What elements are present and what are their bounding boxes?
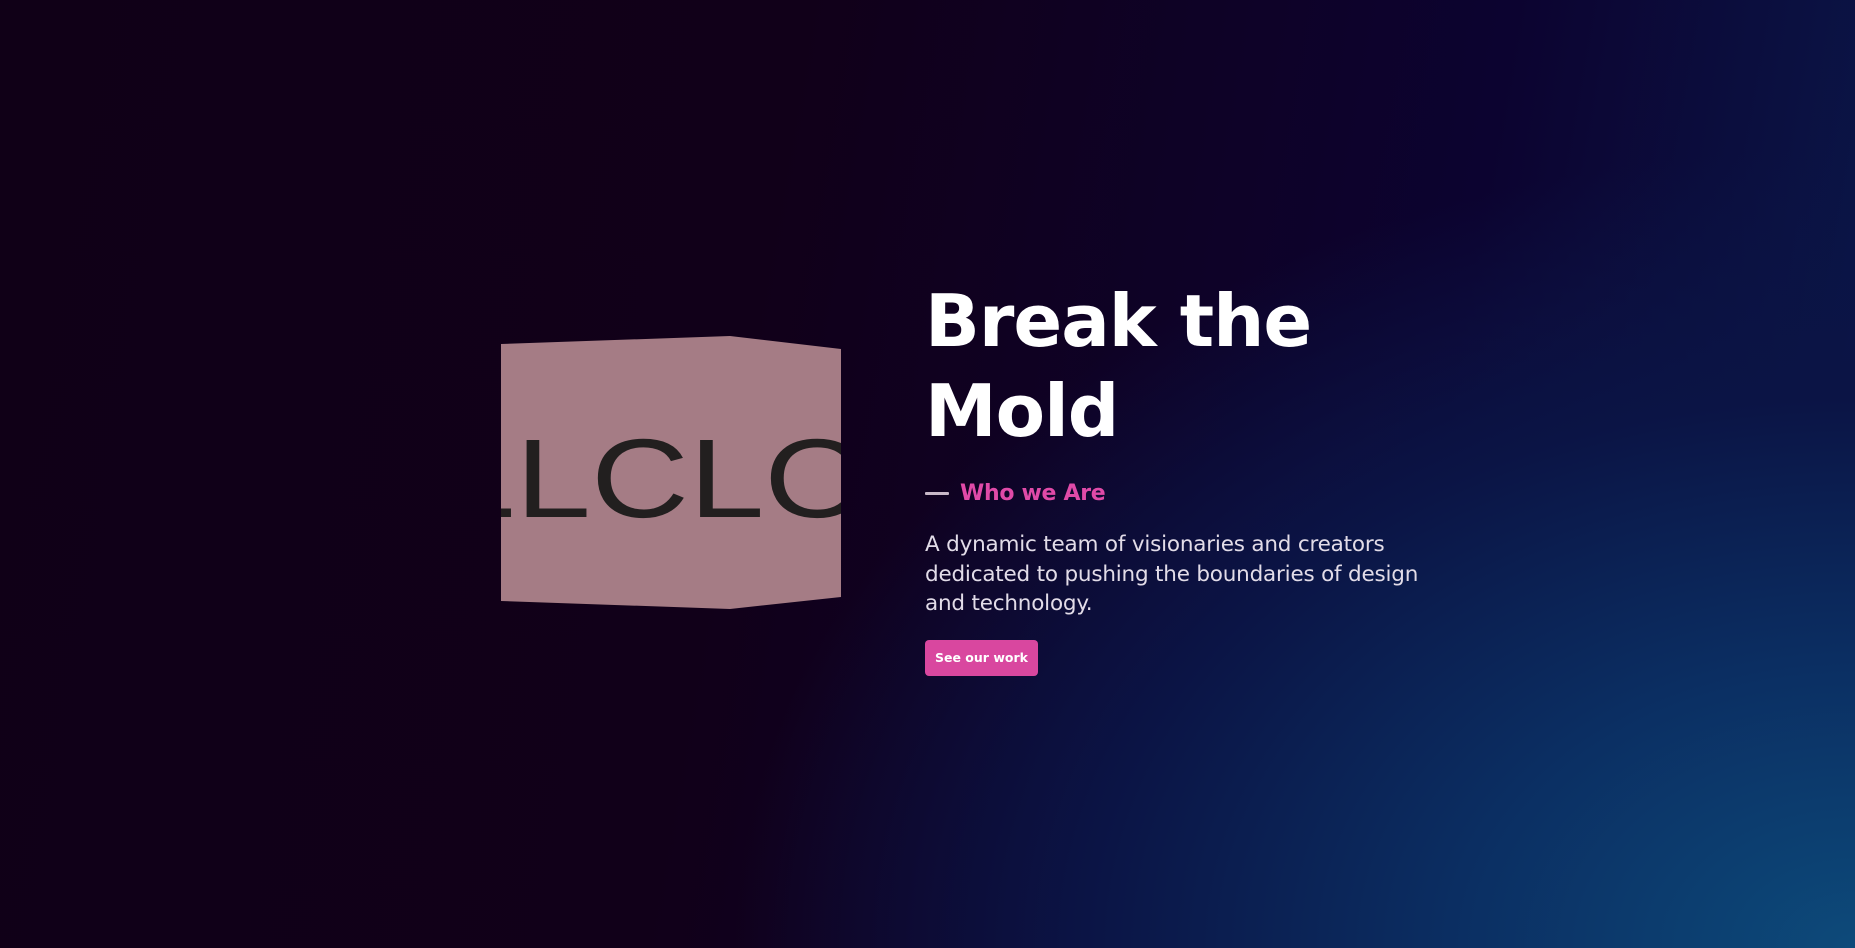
eyebrow-dash — [925, 491, 949, 495]
cube-lettering: LLCLO — [500, 416, 842, 541]
eyebrow-label: Who we Are — [960, 480, 1106, 506]
section-eyebrow: Who we Are — [925, 478, 1445, 508]
logo-cube: LLCLO — [500, 335, 842, 609]
hero-headline: Break the Mold — [925, 276, 1445, 456]
see-our-work-button[interactable]: See our work — [925, 639, 1038, 676]
cube-graphic: LLCLO — [500, 336, 842, 609]
headline-line-2: Mold — [925, 369, 1119, 453]
hero-content: Break the Mold Who we Are A dynamic team… — [925, 276, 1445, 676]
headline-line-1: Break the — [925, 279, 1312, 363]
hero-description: A dynamic team of visionaries and creato… — [925, 532, 1419, 616]
